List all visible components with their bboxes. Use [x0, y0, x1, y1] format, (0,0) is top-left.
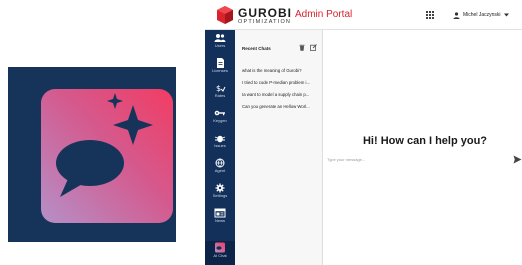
greeting-heading: Hi! How can I help you?	[362, 135, 488, 147]
license-icon	[217, 58, 224, 68]
ai-chat-icon	[215, 242, 225, 253]
nav-label: AI Chat	[213, 253, 227, 258]
message-composer	[327, 154, 522, 166]
chat-list-item[interactable]: Can you generate an Hellow Worl...	[242, 104, 320, 109]
message-input[interactable]	[327, 155, 507, 164]
user-menu[interactable]: Michel Jaczynski	[453, 9, 509, 21]
nav-item-issues[interactable]: Issues	[205, 132, 235, 156]
admin-portal-window: GUROBI OPTIMIZATION Admin Portal Michel …	[205, 0, 522, 265]
send-icon[interactable]	[513, 155, 522, 164]
gurobi-cube-icon	[217, 6, 233, 24]
nav-label: Agent	[214, 168, 226, 173]
nav-item-news[interactable]: News	[205, 207, 235, 231]
trash-icon[interactable]	[299, 44, 305, 51]
recent-chats-title: Recent Chats	[242, 46, 271, 51]
svg-text:$: $	[216, 84, 221, 93]
recent-chats-panel: Recent Chats what is the meaning of Guro…	[235, 30, 323, 265]
nav-label: Rates	[214, 93, 226, 98]
user-name: Michel Jaczynski	[463, 12, 501, 18]
new-chat-icon[interactable]	[310, 44, 317, 51]
chat-main-area: Hi! How can I help you?	[323, 30, 522, 265]
nav-label: Users	[214, 43, 226, 48]
chevron-down-icon	[503, 13, 509, 17]
chat-list-item[interactable]: what is the meaning of Gurobi?	[242, 68, 320, 73]
nav-item-keygen[interactable]: Keygen	[205, 107, 235, 131]
nav-label: Licenses	[212, 68, 228, 73]
brand-name: GUROBI	[238, 6, 292, 20]
nav-label: Issues	[214, 143, 226, 148]
nav-label: Keygen	[213, 118, 227, 123]
agent-icon	[215, 158, 225, 168]
nav-item-agent[interactable]: Agent	[205, 157, 235, 181]
nav-item-ai-chat[interactable]: AI Chat	[205, 241, 235, 265]
nav-item-users[interactable]: Users	[205, 32, 235, 56]
key-icon	[214, 110, 225, 116]
nav-item-settings[interactable]: Settings	[205, 182, 235, 206]
portal-title: Admin Portal	[295, 9, 353, 20]
nav-label: News	[214, 218, 225, 223]
sidebar-nav: Users Licenses $ Rates Keygen Issues Age…	[205, 30, 235, 265]
chat-list-item[interactable]: I tried to code P-median problem i...	[242, 80, 320, 85]
chat-sparkle-icon	[41, 89, 173, 223]
top-bar: GUROBI OPTIMIZATION Admin Portal Michel …	[205, 0, 522, 30]
nav-item-licenses[interactable]: Licenses	[205, 57, 235, 81]
apps-grid-icon[interactable]	[426, 11, 434, 19]
brand-tagline: OPTIMIZATION	[238, 19, 292, 25]
ai-chat-logo	[8, 67, 176, 242]
gear-icon	[215, 183, 225, 193]
users-icon	[214, 34, 226, 42]
nav-item-rates[interactable]: $ Rates	[205, 82, 235, 106]
user-icon	[453, 11, 460, 19]
news-icon	[214, 208, 226, 218]
nav-label: Settings	[212, 193, 228, 198]
bug-icon	[214, 135, 226, 143]
chat-list-item[interactable]: Iа want to model a supply chain p...	[242, 92, 320, 97]
rates-icon: $	[216, 84, 226, 93]
